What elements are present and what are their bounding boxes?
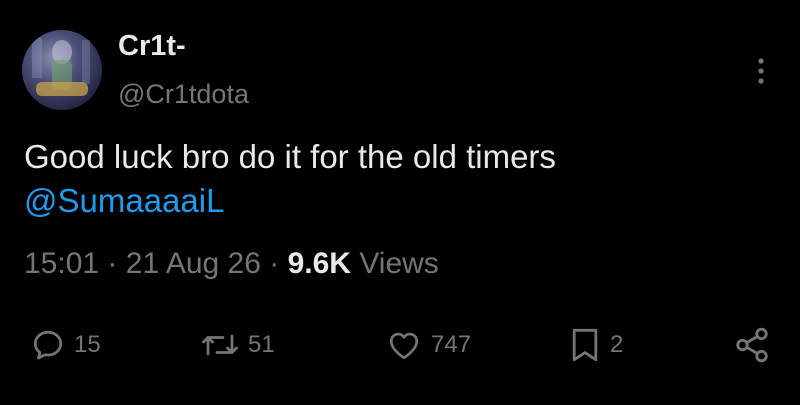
author-handle[interactable]: @Cr1tdota bbox=[118, 79, 249, 110]
retweet-button[interactable]: 51 bbox=[200, 320, 275, 370]
avatar-image bbox=[32, 38, 90, 96]
reply-count: 15 bbox=[74, 331, 101, 358]
bookmark-icon bbox=[572, 328, 598, 362]
heart-icon bbox=[389, 332, 419, 360]
tweet-meta: 15:01 · 21 Aug 26 · 9.6K Views bbox=[24, 247, 439, 281]
avatar[interactable] bbox=[22, 30, 102, 110]
reply-button[interactable]: 15 bbox=[30, 320, 101, 370]
retweet-icon bbox=[202, 334, 238, 356]
meta-separator: · bbox=[269, 247, 280, 280]
more-vertical-icon[interactable] bbox=[750, 56, 772, 86]
tweet-time[interactable]: 15:01 bbox=[24, 247, 99, 280]
action-bar: 15 51 747 2 bbox=[0, 320, 800, 370]
share-icon bbox=[736, 327, 768, 363]
views-count: 9.6K bbox=[287, 247, 351, 280]
reply-icon bbox=[33, 330, 63, 360]
meta-separator: · bbox=[107, 247, 118, 280]
share-button[interactable] bbox=[733, 320, 771, 370]
tweet-text: Good luck bro do it for the old timers @… bbox=[24, 135, 774, 223]
author-display-name[interactable]: Cr1t- bbox=[118, 30, 186, 63]
like-button[interactable]: 747 bbox=[385, 320, 471, 370]
bookmark-button[interactable]: 2 bbox=[568, 320, 623, 370]
mention-link[interactable]: @SumaaaaiL bbox=[24, 182, 224, 219]
views-label: Views bbox=[359, 247, 439, 280]
tweet-date[interactable]: 21 Aug 26 bbox=[126, 247, 261, 280]
like-count: 747 bbox=[431, 331, 472, 358]
retweet-count: 51 bbox=[248, 331, 275, 358]
bookmark-count: 2 bbox=[610, 331, 624, 358]
tweet-body: Good luck bro do it for the old timers bbox=[24, 138, 556, 175]
